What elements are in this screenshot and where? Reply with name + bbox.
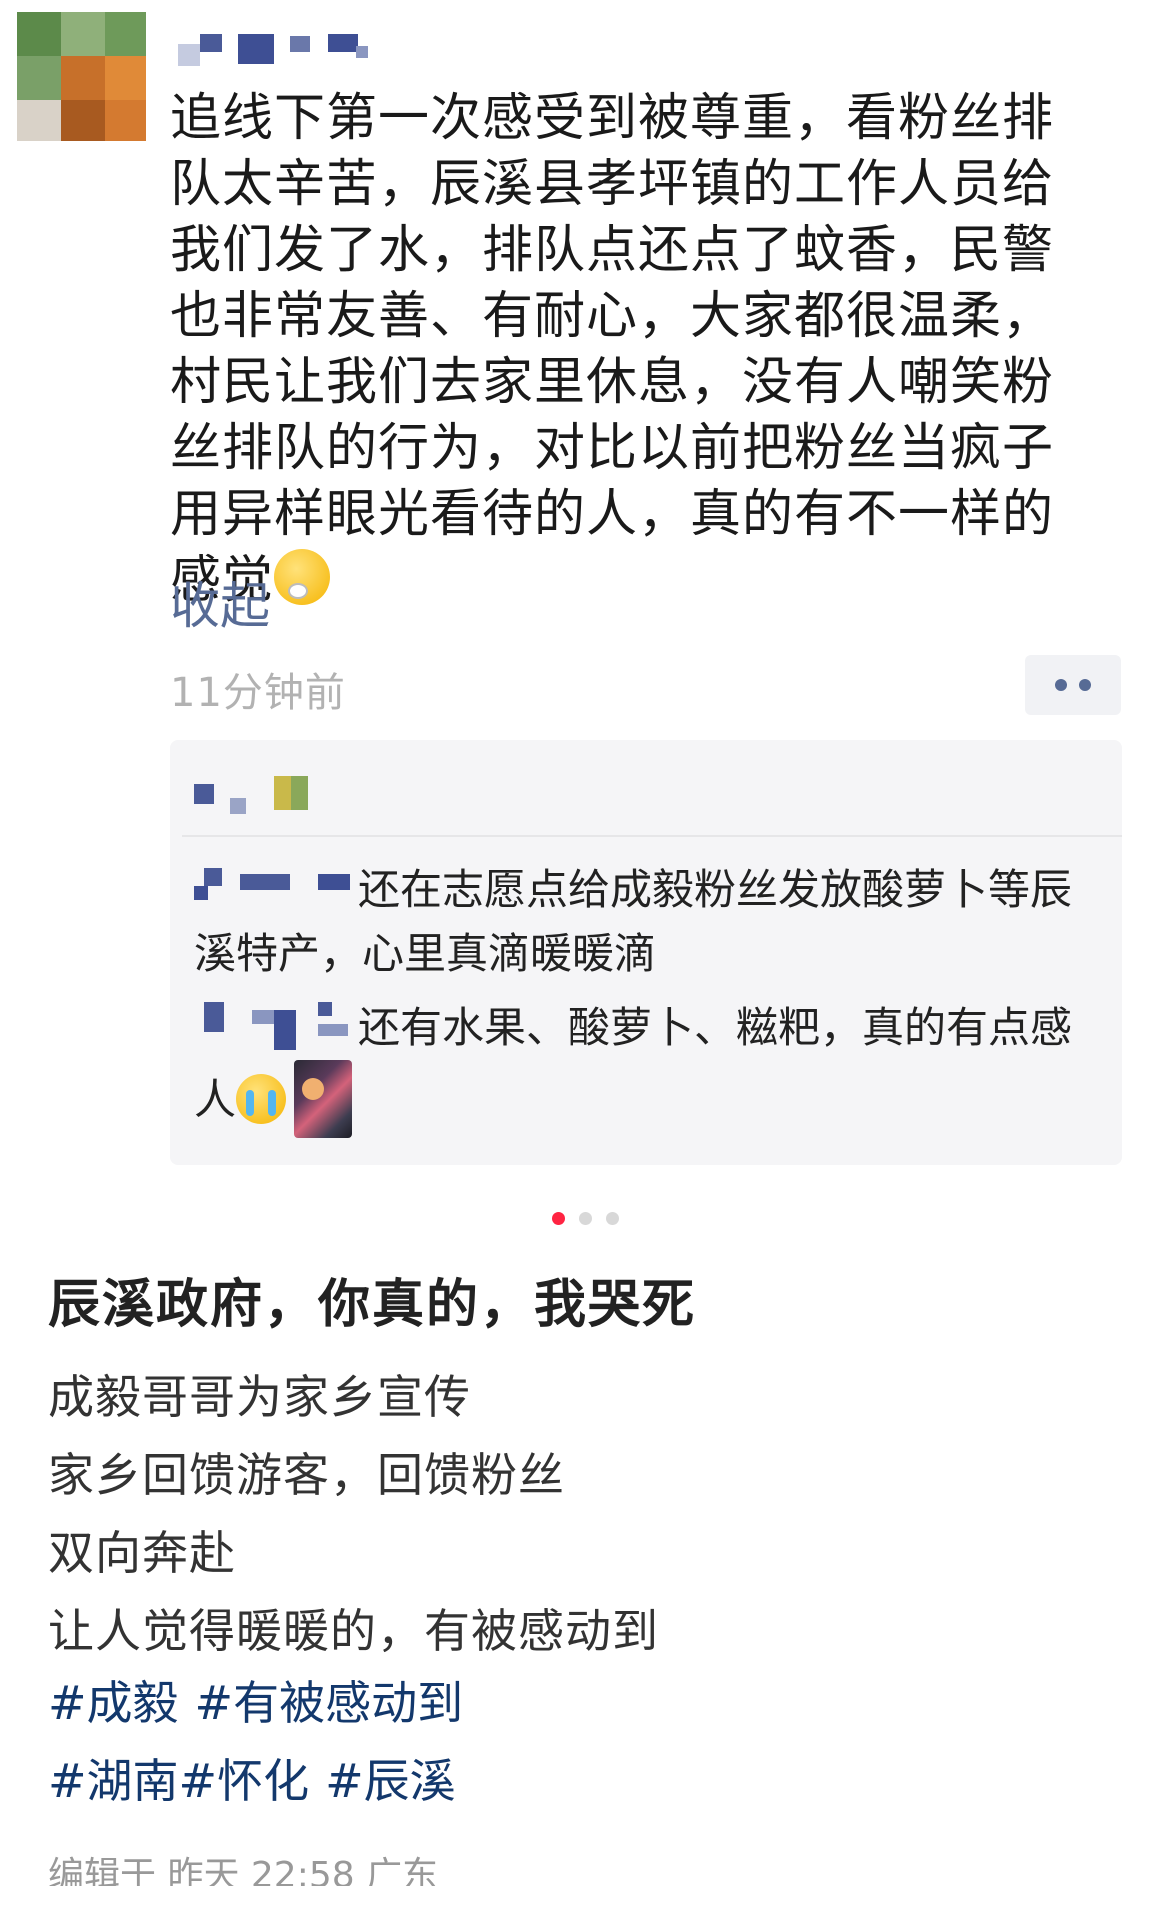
carousel-dot[interactable]	[551, 1212, 565, 1225]
commenter-name-mosaic[interactable]	[194, 1002, 358, 1052]
hashtag[interactable]: #怀化	[179, 1754, 310, 1808]
hashtag-list: #成毅 #有被感动到 #湖南#怀化 #辰溪	[48, 1664, 479, 1820]
post-time: 11分钟前	[170, 670, 346, 716]
post-body-text: 追线下第一次感受到被尊重，看粉丝排队太辛苦，辰溪县孝坪镇的工作人员给我们发了水，…	[170, 89, 1055, 610]
carousel-indicator[interactable]	[0, 1212, 1170, 1225]
note-body: 成毅哥哥为家乡宣传 家乡回馈游客，回馈粉丝 双向奔赴 让人觉得暖暖的，有被感动到	[48, 1358, 659, 1670]
sigh-emoji-icon	[274, 549, 331, 605]
username-mosaic[interactable]	[178, 30, 378, 70]
hashtag[interactable]: #成毅	[48, 1676, 179, 1730]
collapse-link[interactable]: 收起	[170, 566, 270, 638]
note-line: 家乡回馈游客，回馈粉丝	[48, 1448, 565, 1502]
edit-meta: 编辑于 昨天 22:58 广东	[48, 1855, 439, 1886]
more-dot-icon	[1079, 679, 1091, 691]
divider	[182, 835, 1122, 837]
more-dot-icon	[1055, 679, 1067, 691]
note-line: 让人觉得暖暖的，有被感动到	[48, 1604, 659, 1658]
more-actions-button[interactable]	[1025, 655, 1121, 715]
note-line: 成毅哥哥为家乡宣传	[48, 1370, 471, 1424]
comment-image-thumbnail[interactable]	[294, 1060, 353, 1138]
carousel-dot[interactable]	[578, 1212, 592, 1225]
note-line: 双向奔赴	[48, 1526, 236, 1580]
comment-item[interactable]: 还有水果、酸萝卜、糍粑，真的有点感人	[194, 996, 1110, 1138]
commenter-name-mosaic[interactable]	[194, 864, 358, 914]
note-title: 辰溪政府，你真的，我哭死	[48, 1275, 697, 1335]
moments-post-screenshot: 追线下第一次感受到被尊重，看粉丝排队太辛苦，辰溪县孝坪镇的工作人员给我们发了水，…	[0, 0, 1170, 1200]
hashtag[interactable]: #辰溪	[325, 1754, 456, 1808]
likes-row[interactable]	[194, 776, 494, 836]
hashtag[interactable]: #有被感动到	[195, 1676, 464, 1730]
crying-emoji-icon	[236, 1074, 287, 1124]
comment-item[interactable]: 还在志愿点给成毅粉丝发放酸萝卜等辰溪特产，心里真滴暖暖滴	[194, 858, 1110, 986]
avatar[interactable]	[17, 12, 146, 141]
hashtag[interactable]: #湖南	[48, 1754, 179, 1808]
carousel-dot[interactable]	[605, 1212, 619, 1225]
comment-box: 还在志愿点给成毅粉丝发放酸萝卜等辰溪特产，心里真滴暖暖滴 还有水果、酸萝卜、糍粑…	[170, 740, 1122, 1165]
post-text: 追线下第一次感受到被尊重，看粉丝排队太辛苦，辰溪县孝坪镇的工作人员给我们发了水，…	[170, 86, 1105, 614]
